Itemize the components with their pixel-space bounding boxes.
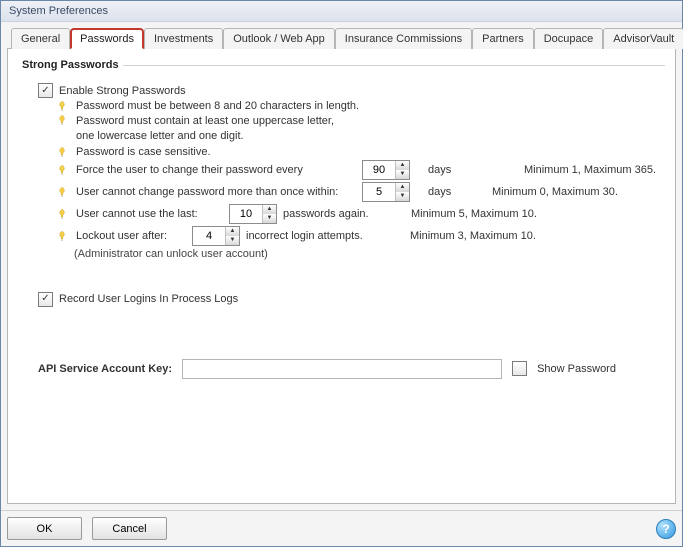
info-icon <box>56 114 68 126</box>
enable-strong-passwords-label: Enable Strong Passwords <box>59 85 186 97</box>
rule-lockout-pre: Lockout user after: <box>76 230 167 242</box>
spin-up[interactable]: ▲ <box>226 227 239 236</box>
button-bar: OK Cancel ? <box>1 510 682 546</box>
rule-lockout-post: incorrect login attempts. <box>246 230 386 242</box>
api-key-input[interactable] <box>182 359 502 379</box>
record-logins-checkbox[interactable]: ✓ <box>38 292 53 307</box>
ok-button[interactable]: OK <box>7 517 82 540</box>
spin-down[interactable]: ▼ <box>396 192 409 201</box>
tabstrip: General Passwords Investments Outlook / … <box>7 28 676 49</box>
enable-strong-passwords-checkbox[interactable]: ✓ <box>38 83 53 98</box>
spin-up[interactable]: ▲ <box>263 205 276 214</box>
spin-down[interactable]: ▼ <box>226 236 239 245</box>
lockout-attempts-input[interactable] <box>193 227 225 245</box>
tab-passwords[interactable]: Passwords <box>70 28 144 49</box>
cancel-button[interactable]: Cancel <box>92 517 167 540</box>
window-title: System Preferences <box>1 1 682 22</box>
rule-change-freq-hint: Minimum 0, Maximum 30. <box>492 186 618 198</box>
spin-down[interactable]: ▼ <box>263 214 276 223</box>
help-icon[interactable]: ? <box>656 519 676 539</box>
rule-lockout-hint: Minimum 3, Maximum 10. <box>410 230 536 242</box>
info-icon <box>56 230 68 242</box>
tab-partners[interactable]: Partners <box>472 28 534 49</box>
strong-passwords-group: Strong Passwords ✓ Enable Strong Passwor… <box>18 59 665 270</box>
rule-change-freq-post: days <box>428 186 478 198</box>
tab-investments[interactable]: Investments <box>144 28 223 49</box>
admin-unlock-note: (Administrator can unlock user account) <box>18 248 665 260</box>
lockout-attempts-stepper[interactable]: ▲▼ <box>192 226 240 246</box>
rule-history-pre: User cannot use the last: <box>76 208 198 220</box>
api-key-label: API Service Account Key: <box>38 363 172 375</box>
change-freq-days-input[interactable] <box>363 183 395 201</box>
spin-up[interactable]: ▲ <box>396 161 409 170</box>
tab-outlook[interactable]: Outlook / Web App <box>223 28 335 49</box>
spin-up[interactable]: ▲ <box>396 183 409 192</box>
tab-panel-passwords: Strong Passwords ✓ Enable Strong Passwor… <box>7 49 676 504</box>
info-icon <box>56 208 68 220</box>
spin-down[interactable]: ▼ <box>396 170 409 179</box>
tab-advisorvault[interactable]: AdvisorVault <box>603 28 683 49</box>
tab-insurance-commissions[interactable]: Insurance Commissions <box>335 28 472 49</box>
rule-case: Password is case sensitive. <box>76 146 211 158</box>
rule-history-hint: Minimum 5, Maximum 10. <box>411 208 537 220</box>
rule-force-change-pre: Force the user to change their password … <box>76 164 303 176</box>
show-password-label: Show Password <box>537 363 616 375</box>
password-history-input[interactable] <box>230 205 262 223</box>
info-icon <box>56 146 68 158</box>
rule-change-freq-pre: User cannot change password more than on… <box>76 186 338 198</box>
show-password-checkbox[interactable] <box>512 361 527 376</box>
record-logins-label: Record User Logins In Process Logs <box>59 293 238 305</box>
change-freq-days-stepper[interactable]: ▲▼ <box>362 182 410 202</box>
info-icon <box>56 100 68 112</box>
password-history-stepper[interactable]: ▲▼ <box>229 204 277 224</box>
rule-force-change-post: days <box>428 164 478 176</box>
info-icon <box>56 186 68 198</box>
window-body: General Passwords Investments Outlook / … <box>1 22 682 510</box>
preferences-window: System Preferences General Passwords Inv… <box>0 0 683 547</box>
info-icon <box>56 164 68 176</box>
rule-force-change-hint: Minimum 1, Maximum 365. <box>524 164 656 176</box>
tab-docupace[interactable]: Docupace <box>534 28 604 49</box>
force-change-days-stepper[interactable]: ▲▼ <box>362 160 410 180</box>
rule-complexity: Password must contain at least one upper… <box>76 114 334 144</box>
group-title: Strong Passwords <box>18 59 123 71</box>
tab-general[interactable]: General <box>11 28 70 49</box>
rule-length: Password must be between 8 and 20 charac… <box>76 100 359 112</box>
rule-history-post: passwords again. <box>283 208 393 220</box>
force-change-days-input[interactable] <box>363 161 395 179</box>
